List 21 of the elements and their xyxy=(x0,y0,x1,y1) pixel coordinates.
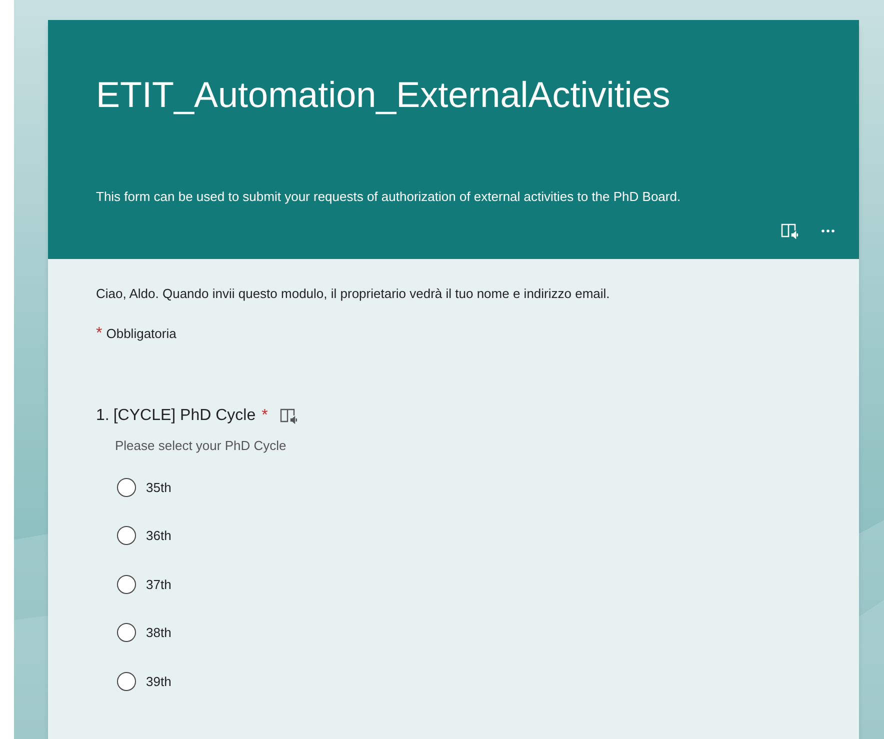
question-subtitle: Please select your PhD Cycle xyxy=(115,436,286,455)
question-number: 1. xyxy=(96,406,110,426)
immersive-reader-icon[interactable] xyxy=(781,222,799,238)
option-label[interactable]: 37th xyxy=(146,574,172,594)
radio-button[interactable] xyxy=(117,574,136,594)
option-label[interactable]: 36th xyxy=(146,526,172,546)
radio-button[interactable] xyxy=(117,623,136,642)
form-description: This form can be used to submit your requests of authorization of external activities to the PhD Board. xyxy=(96,188,681,206)
option-label[interactable]: 39th xyxy=(146,672,172,691)
notice-text: Ciao, Aldo. Quando invii questo modulo, il proprietario vedrà il tuo nome e indirizzo email. xyxy=(96,285,611,303)
required-mark: * xyxy=(96,324,102,344)
option-label[interactable]: 35th xyxy=(146,478,172,497)
radio-button[interactable] xyxy=(117,672,136,691)
question-title: [CYCLE] PhD Cycle xyxy=(113,406,256,426)
radio-button[interactable] xyxy=(117,478,136,497)
option-label[interactable]: 38th xyxy=(146,623,172,642)
required-mark: * xyxy=(262,406,268,426)
radio-button[interactable] xyxy=(117,526,136,546)
required-legend: Obbligatoria xyxy=(106,324,176,343)
form-title: ETIT_Automation_ExternalActivities xyxy=(96,73,670,117)
immersive-reader-icon[interactable] xyxy=(280,408,298,424)
